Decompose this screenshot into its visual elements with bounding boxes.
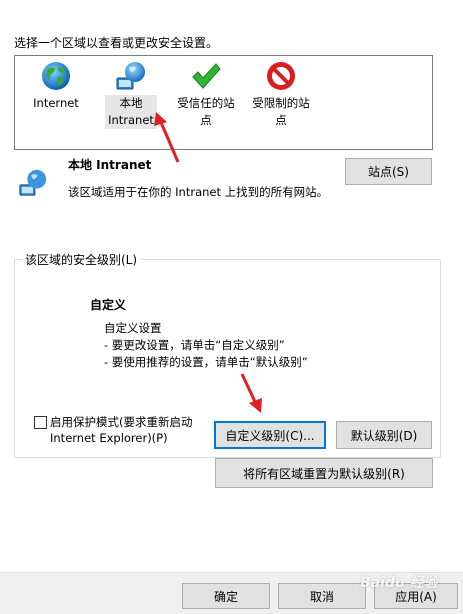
annotation-arrow-icon [154,112,180,163]
level-desc-line: - 要使用推荐的设置，请单击“默认级别” [104,355,308,369]
zone-title: 本地 Intranet [68,158,152,172]
custom-level-button[interactable]: 自定义级别(C)... [214,421,326,449]
globe-icon [42,62,70,90]
protected-mode-label[interactable]: 启用保护模式(要求重新启动 [50,414,193,430]
zone-prompt: 选择一个区域以查看或更改安全设置。 [14,36,219,50]
protected-mode-label[interactable]: Internet Explorer)(P) [50,431,168,445]
intranet-globe-icon [19,169,47,196]
sites-button[interactable]: 站点(S) [345,158,432,185]
green-checkmark-icon [192,63,221,89]
protected-mode-checkbox[interactable] [34,416,47,429]
level-description: 自定义设置 - 要更改设置，请单击“自定义级别” - 要使用推荐的设置，请单击“… [104,320,308,371]
red-no-entry-icon [267,62,295,90]
watermark: Baidu 经验 [360,575,438,591]
zone-label: Internet [33,96,79,110]
intranet-globe-icon [116,62,145,90]
zone-label: 受限制的站 点 [252,96,310,127]
zone-list: Internet 本地 Intranet 受信任的站 点 受限制的站 点 [14,55,433,150]
reset-all-zones-button[interactable]: 将所有区域重置为默认级别(R) [215,458,433,488]
level-name: 自定义 [90,298,127,312]
ok-button[interactable]: 确定 [182,583,270,609]
zone-restricted-sites[interactable]: 受限制的站 点 [248,60,314,129]
annotation-arrow-icon [240,373,262,413]
level-desc-line: - 要更改设置，请单击“自定义级别” [104,338,285,352]
default-level-button[interactable]: 默认级别(D) [336,421,432,449]
zone-description: 该区域适用于在你的 Intranet 上找到的所有网站。 [68,185,329,199]
cancel-button[interactable]: 取消 [278,583,366,609]
security-level-label: 该区域的安全级别(L) [22,251,141,268]
level-desc-line: 自定义设置 [104,321,162,335]
zone-internet[interactable]: Internet [23,60,89,112]
